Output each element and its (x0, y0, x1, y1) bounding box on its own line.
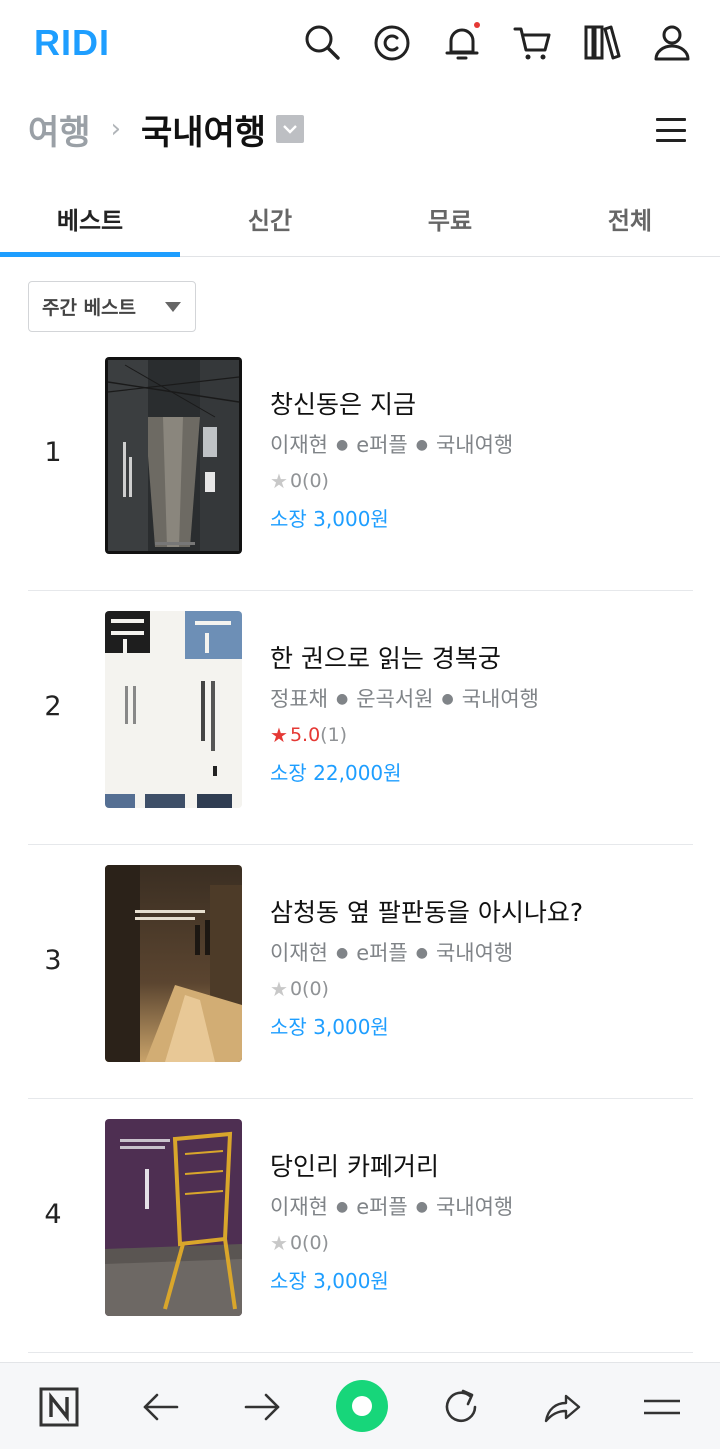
book-rank: 1 (44, 437, 62, 468)
book-author[interactable]: 이재현 (270, 941, 328, 965)
book-title[interactable]: 삼청동 옆 팔판동을 아시나요? (270, 893, 583, 929)
book-category[interactable]: 국내여행 (436, 433, 513, 457)
book-rating: ★ 0 (0) (270, 977, 583, 1001)
dropdown-triangle-icon (165, 302, 181, 312)
book-author[interactable]: 이재현 (270, 433, 328, 457)
refresh-icon[interactable] (437, 1383, 485, 1431)
book-rank: 4 (44, 1199, 62, 1230)
book-rank: 2 (44, 691, 62, 722)
book-price: 소장 3,000원 (270, 507, 389, 531)
library-icon[interactable] (582, 22, 622, 62)
book-item[interactable]: 2 한 권으로 읽는 경복궁 정표채 ● 운곡서원 ● 국내여행 ★ 5.0 (… (28, 591, 693, 845)
breadcrumb-separator: › (110, 114, 121, 144)
book-publisher[interactable]: e퍼플 (356, 1195, 408, 1219)
rating-count: (0) (302, 1232, 329, 1254)
book-rating: ★ 0 (0) (270, 469, 513, 493)
top-icons (302, 22, 692, 62)
book-item[interactable]: 3 삼청동 옆 팔판동을 아시나요? 이재현 ● e퍼플 ● 국내여행 ★ 0 … (28, 845, 693, 1099)
rating-score: 0 (289, 978, 303, 1000)
book-price: 소장 22,000원 (270, 761, 402, 785)
book-meta: 이재현 ● e퍼플 ● 국내여행 (270, 1195, 514, 1219)
user-icon[interactable] (652, 22, 692, 62)
tab-bar: 베스트 신간 무료 전체 (0, 180, 720, 257)
tab-new[interactable]: 신간 (180, 180, 360, 256)
tab-best[interactable]: 베스트 (0, 180, 180, 257)
book-category[interactable]: 국내여행 (436, 941, 513, 965)
top-bar: RIDI (0, 0, 720, 86)
rating-score: 0 (289, 1232, 303, 1254)
book-author[interactable]: 정표채 (270, 687, 328, 711)
book-item[interactable]: 4 당인리 카페거리 이재현 ● e퍼플 ● 국내여행 ★ 0 (0) 소장 3… (28, 1099, 693, 1353)
book-info: 한 권으로 읽는 경복궁 정표채 ● 운곡서원 ● 국내여행 ★ 5.0 (1) 소장 … (270, 639, 539, 786)
search-icon[interactable] (302, 22, 342, 62)
book-publisher[interactable]: e퍼플 (356, 941, 408, 965)
book-cover[interactable] (105, 611, 242, 808)
forward-arrow-icon[interactable] (238, 1383, 286, 1431)
menu-icon[interactable] (638, 1383, 686, 1431)
book-item[interactable]: 1 창신동은 지금 이재현 ● e퍼플 ● 국내여행 ★ 0 (0) 소장 3,… (28, 337, 693, 591)
book-cover[interactable] (105, 865, 242, 1062)
bell-icon[interactable] (442, 22, 482, 62)
notification-dot (474, 22, 480, 28)
chevron-down-icon[interactable] (276, 115, 305, 143)
breadcrumb: 여행 › 국내여행 (28, 104, 305, 154)
book-publisher[interactable]: 운곡서원 (356, 687, 433, 711)
rating-count: (0) (302, 470, 329, 492)
book-info: 삼청동 옆 팔판동을 아시나요? 이재현 ● e퍼플 ● 국내여행 ★ 0 (0) 소장… (270, 893, 583, 1040)
book-category[interactable]: 국내여행 (462, 687, 539, 711)
period-filter-dropdown[interactable]: 주간 베스트 (28, 281, 196, 332)
book-rating: ★ 5.0 (1) (270, 723, 539, 747)
book-title[interactable]: 창신동은 지금 (270, 385, 513, 421)
book-author[interactable]: 이재현 (270, 1195, 328, 1219)
breadcrumb-parent[interactable]: 여행 (28, 105, 91, 154)
book-price: 소장 3,000원 (270, 1015, 389, 1039)
breadcrumb-current[interactable]: 국내여행 (141, 105, 266, 154)
home-icon[interactable] (336, 1380, 388, 1432)
star-icon: ★ (270, 723, 288, 747)
book-list: 1 창신동은 지금 이재현 ● e퍼플 ● 국내여행 ★ 0 (0) 소장 3,… (28, 337, 693, 1353)
back-arrow-icon[interactable] (137, 1383, 185, 1431)
rating-score: 0 (289, 470, 303, 492)
book-rank: 3 (44, 945, 62, 976)
ridi-logo[interactable]: RIDI (34, 22, 110, 64)
star-icon: ★ (270, 469, 288, 493)
browser-bottom-bar (0, 1362, 720, 1449)
cart-icon[interactable] (512, 22, 552, 62)
book-meta: 정표채 ● 운곡서원 ● 국내여행 (270, 687, 539, 711)
book-meta: 이재현 ● e퍼플 ● 국내여행 (270, 941, 514, 965)
star-icon: ★ (270, 1231, 288, 1255)
book-title[interactable]: 당인리 카페거리 (270, 1147, 513, 1183)
book-meta: 이재현 ● e퍼플 ● 국내여행 (270, 433, 514, 457)
tab-all[interactable]: 전체 (540, 180, 720, 256)
rating-score: 5.0 (289, 724, 321, 746)
book-info: 창신동은 지금 이재현 ● e퍼플 ● 국내여행 ★ 0 (0) 소장 3,000원 (270, 385, 513, 532)
rating-count: (0) (302, 978, 329, 1000)
rating-count: (1) (320, 724, 348, 746)
naver-n-icon[interactable] (35, 1383, 83, 1431)
book-cover[interactable] (105, 357, 242, 554)
book-rating: ★ 0 (0) (270, 1231, 513, 1255)
cash-icon[interactable] (372, 22, 412, 62)
book-title[interactable]: 한 권으로 읽는 경복궁 (270, 639, 539, 675)
filter-selected: 주간 베스트 (42, 297, 137, 319)
book-publisher[interactable]: e퍼플 (356, 433, 408, 457)
share-icon[interactable] (538, 1383, 586, 1431)
book-price: 소장 3,000원 (270, 1269, 389, 1293)
book-cover[interactable] (105, 1119, 242, 1316)
tab-free[interactable]: 무료 (360, 180, 540, 256)
book-info: 당인리 카페거리 이재현 ● e퍼플 ● 국내여행 ★ 0 (0) 소장 3,000원 (270, 1147, 513, 1294)
book-category[interactable]: 국내여행 (436, 1195, 513, 1219)
hamburger-menu-icon[interactable] (656, 118, 686, 142)
star-icon: ★ (270, 977, 288, 1001)
